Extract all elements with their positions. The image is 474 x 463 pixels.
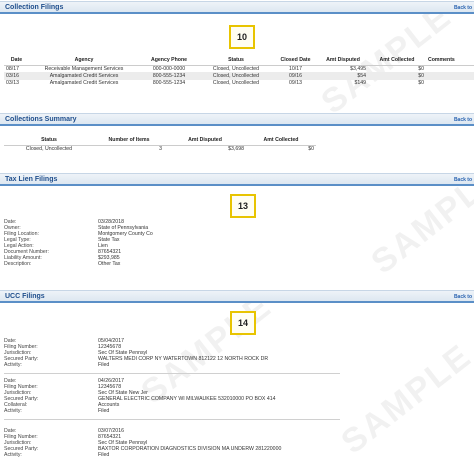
field-row: Activity: Filed [4, 408, 276, 414]
column-header: Status [199, 55, 273, 66]
amt-disputed-cell: $54 [318, 72, 368, 80]
entry-divider [4, 373, 340, 374]
entry-divider [4, 419, 340, 420]
back-to-top-link[interactable]: Back to [454, 177, 472, 183]
amt-disputed-cell: $149 [354, 80, 366, 87]
phone-cell: 800-555-1234 [152, 80, 186, 87]
section-number-badge: 14 [230, 311, 256, 335]
column-header: Amt Collected [368, 55, 426, 66]
collection-filings-header: Collection Filings Back to [0, 1, 474, 14]
table-row: 03/13 Amalgamated Credit Services 800-55… [4, 80, 474, 87]
table-row: 08/17 Receivable Management Services 000… [4, 65, 474, 72]
section-title: UCC Filings [5, 293, 45, 300]
field-value: Filed [98, 452, 110, 458]
amt-collected-cell: $0 [308, 145, 314, 152]
field-value: BAXTOR CORPORATION DIAGNOSTICS DIVISION … [98, 446, 282, 452]
closed-date-cell: 09/13 [289, 80, 302, 87]
column-header: Status [4, 135, 94, 146]
closed-date-cell: 09/16 [273, 72, 318, 80]
field-value: WALTERS MEDI CORP NY WATERTOWN 812122 12… [98, 356, 269, 362]
column-header: Amt Disputed [164, 135, 246, 146]
ucc-filings-header: UCC Filings Back to [0, 290, 474, 303]
tax-lien-filings-header: Tax Lien Filings Back to [0, 173, 474, 186]
status-cell: Closed, Uncollected [25, 145, 73, 152]
field-label: Activity: [4, 362, 22, 368]
field-value: Other Tax [98, 261, 121, 267]
amt-collected-cell: $0 [418, 65, 424, 72]
ucc-record: Date: 05/04/2017 Filing Number: 12345678 J… [4, 338, 268, 368]
field-label: Activity: [4, 408, 22, 414]
tax-lien-record: Date: 03/28/2018 Owner: State of Pennsylva… [4, 219, 153, 267]
column-header: Amt Collected [246, 135, 316, 146]
column-header: Date [4, 55, 29, 66]
field-value: GENERAL ELECTRIC COMPANY WI MILWAUKEE 53… [98, 396, 276, 402]
amt-disputed-cell: $3,698 [228, 145, 244, 152]
amt-disputed-cell: $3,495 [350, 65, 366, 72]
section-number-badge: 13 [230, 194, 256, 218]
column-header: Number of Items [94, 135, 164, 146]
back-to-top-link[interactable]: Back to [454, 117, 472, 123]
column-header: Closed Date [273, 55, 318, 66]
phone-cell: 000-000-0000 [152, 65, 186, 72]
sample-watermark: SAMPLE [334, 336, 474, 462]
section-title: Collections Summary [5, 116, 77, 123]
table-header-row: Status Number of Items Amt Disputed Amt … [4, 135, 316, 146]
status-cell: Closed, Uncollected [212, 80, 260, 87]
field-row: Description: Other Tax [4, 261, 153, 267]
comments-cell [426, 72, 474, 80]
back-to-top-link[interactable]: Back to [454, 294, 472, 300]
closed-date-cell: 10/17 [289, 65, 302, 72]
amt-collected-cell: $0 [418, 80, 424, 87]
field-row: Activity: Filed [4, 452, 281, 458]
agency-cell: Receivable Management Services [44, 65, 124, 72]
column-header: Amt Disputed [318, 55, 368, 66]
column-header: Comments [426, 55, 474, 66]
back-to-top-link[interactable]: Back to [454, 5, 472, 11]
collection-filings-table: Date Agency Agency Phone Status Closed D… [4, 55, 474, 87]
field-value: Filed [98, 362, 110, 368]
agency-cell: Amalgamated Credit Services [29, 72, 139, 80]
number-of-items-cell: 3 [159, 145, 162, 152]
section-title: Collection Filings [5, 4, 64, 11]
table-row: Closed, Uncollected 3 $3,698 $0 [4, 145, 316, 152]
amt-collected-cell: $0 [368, 72, 426, 80]
ucc-record: Date: 03/07/2016 Filing Number: 87654321 J… [4, 428, 281, 458]
table-header-row: Date Agency Agency Phone Status Closed D… [4, 55, 474, 66]
field-label: Activity: [4, 452, 22, 458]
comments-cell [426, 80, 474, 87]
agency-cell: Amalgamated Credit Services [49, 80, 119, 87]
field-row: Activity: Filed [4, 362, 268, 368]
date-cell: 08/17 [6, 65, 19, 72]
comments-cell [426, 65, 474, 72]
collections-summary-header: Collections Summary Back to [0, 113, 474, 126]
status-cell: Closed, Uncollected [199, 72, 273, 80]
status-cell: Closed, Uncollected [212, 65, 260, 72]
date-cell: 03/13 [6, 80, 19, 87]
section-title: Tax Lien Filings [5, 176, 58, 183]
collections-summary-table: Status Number of Items Amt Disputed Amt … [4, 135, 316, 152]
date-cell: 03/16 [4, 72, 29, 80]
phone-cell: 800-555-1234 [139, 72, 199, 80]
section-number-badge: 10 [229, 25, 255, 49]
column-header: Agency Phone [139, 55, 199, 66]
table-row: 03/16 Amalgamated Credit Services 800-55… [4, 72, 474, 80]
column-header: Agency [29, 55, 139, 66]
field-value: Filed [98, 408, 110, 414]
field-label: Description: [4, 261, 32, 267]
ucc-record: Date: 04/26/2017 Filing Number: 12345678 J… [4, 378, 276, 414]
